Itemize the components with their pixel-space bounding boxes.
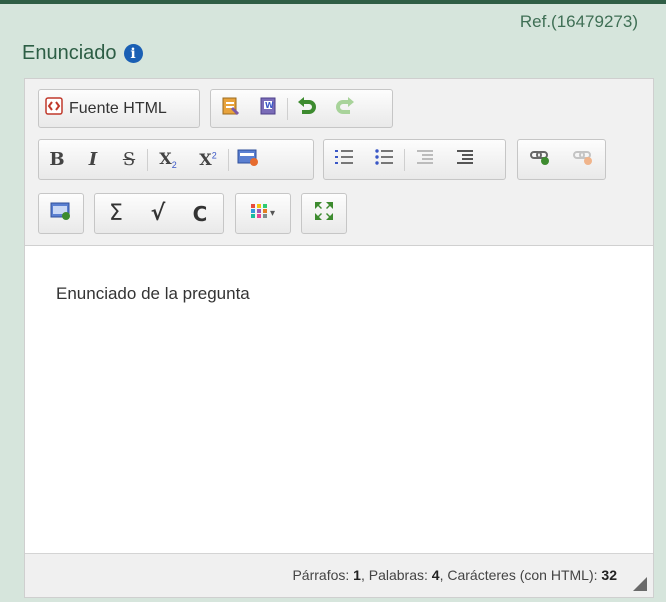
sqrt-icon: √ bbox=[150, 201, 166, 226]
superscript-icon: X2 bbox=[199, 149, 217, 169]
field-label: Enunciado bbox=[22, 42, 117, 64]
c-button[interactable]: C bbox=[179, 194, 221, 233]
source-html-label: Fuente HTML bbox=[69, 99, 167, 117]
image-button[interactable] bbox=[39, 194, 83, 233]
paste-word-button[interactable]: W bbox=[249, 90, 287, 127]
basic-styles-group: B I S X2 X2 bbox=[38, 139, 314, 180]
italic-icon: I bbox=[88, 149, 98, 170]
paste-text-icon bbox=[220, 96, 240, 121]
field-label-row: Enunciado i bbox=[22, 42, 143, 65]
clipboard-group: W bbox=[210, 89, 393, 128]
editor-content-area[interactable]: Enunciado de la pregunta bbox=[25, 246, 653, 554]
svg-text:W: W bbox=[265, 101, 274, 110]
chevron-down-icon: ▾ bbox=[269, 208, 276, 219]
unlink-icon bbox=[572, 148, 594, 171]
bold-button[interactable]: B bbox=[39, 140, 75, 179]
bulleted-list-button[interactable] bbox=[364, 140, 404, 179]
sigma-button[interactable]: Σ bbox=[95, 194, 137, 233]
strike-icon: S bbox=[122, 149, 136, 170]
maximize-button[interactable] bbox=[302, 194, 346, 233]
source-icon bbox=[45, 97, 63, 120]
html-insert-button[interactable] bbox=[229, 140, 267, 179]
math-group: Σ √ C bbox=[94, 193, 224, 234]
italic-button[interactable]: I bbox=[75, 140, 111, 179]
word-count-status: Párrafos: 1, Palabras: 4, Carácteres (co… bbox=[292, 567, 617, 583]
sigma-icon: Σ bbox=[109, 201, 123, 226]
info-icon[interactable]: i bbox=[123, 44, 143, 63]
unlink-button[interactable] bbox=[562, 140, 606, 179]
resize-handle-icon[interactable] bbox=[633, 577, 647, 591]
redo-icon bbox=[334, 96, 356, 121]
image-icon bbox=[50, 201, 72, 226]
link-button[interactable] bbox=[518, 140, 562, 179]
link-group bbox=[517, 139, 606, 180]
color-icon bbox=[250, 204, 267, 223]
paste-text-button[interactable] bbox=[211, 90, 249, 127]
top-divider bbox=[0, 0, 666, 4]
outdent-button[interactable] bbox=[405, 140, 445, 179]
rich-text-editor: Fuente HTML W B I S X2 X2 Σ √ C ▾ Enunci… bbox=[24, 78, 654, 598]
link-icon bbox=[529, 148, 551, 171]
bold-icon: B bbox=[49, 149, 65, 170]
superscript-button[interactable]: X2 bbox=[188, 140, 228, 179]
outdent-icon bbox=[415, 148, 435, 171]
list-group bbox=[323, 139, 506, 180]
indent-icon bbox=[455, 148, 475, 171]
maximize-icon bbox=[314, 201, 334, 226]
bulleted-list-icon bbox=[374, 148, 394, 171]
html-icon bbox=[237, 148, 259, 171]
c-icon: C bbox=[192, 201, 208, 226]
editor-status-bar: Párrafos: 1, Palabras: 4, Carácteres (co… bbox=[25, 553, 653, 597]
redo-button[interactable] bbox=[326, 90, 364, 127]
source-group: Fuente HTML bbox=[38, 89, 200, 128]
editor-toolbar: Fuente HTML W B I S X2 X2 Σ √ C ▾ bbox=[25, 79, 653, 246]
undo-icon bbox=[296, 96, 318, 121]
strike-button[interactable]: S bbox=[111, 140, 147, 179]
reference-id: Ref.(16479273) bbox=[519, 12, 638, 31]
source-html-button[interactable]: Fuente HTML bbox=[39, 90, 177, 127]
subscript-icon: X2 bbox=[159, 148, 177, 171]
numbered-list-button[interactable] bbox=[324, 140, 364, 179]
indent-button[interactable] bbox=[445, 140, 485, 179]
content-paragraph: Enunciado de la pregunta bbox=[56, 284, 250, 303]
color-group: ▾ bbox=[235, 193, 291, 234]
sqrt-button[interactable]: √ bbox=[137, 194, 179, 233]
image-group bbox=[38, 193, 84, 234]
undo-button[interactable] bbox=[288, 90, 326, 127]
paste-word-icon: W bbox=[258, 96, 278, 121]
text-color-button[interactable]: ▾ bbox=[236, 194, 290, 233]
numbered-list-icon bbox=[334, 148, 354, 171]
maximize-group bbox=[301, 193, 347, 234]
subscript-button[interactable]: X2 bbox=[148, 140, 188, 179]
